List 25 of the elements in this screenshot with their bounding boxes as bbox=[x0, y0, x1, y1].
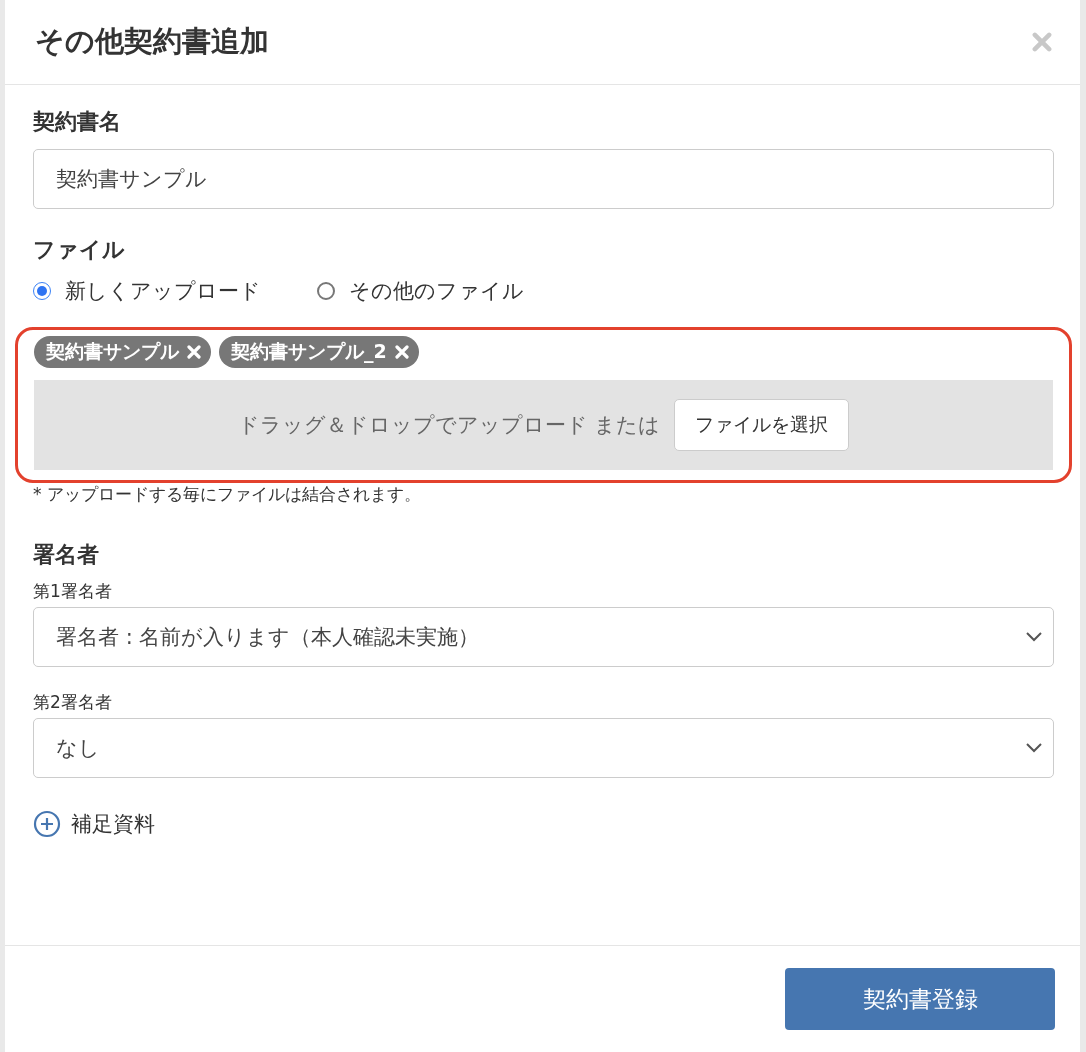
chevron-down-icon bbox=[1025, 742, 1043, 754]
drop-hint: ドラッグ＆ドロップでアップロード または bbox=[237, 412, 661, 439]
choose-file-button[interactable]: ファイルを選択 bbox=[674, 399, 850, 451]
drop-zone[interactable]: ドラッグ＆ドロップでアップロード または ファイルを選択 bbox=[34, 380, 1053, 470]
remove-icon[interactable] bbox=[394, 345, 409, 359]
field-label: 署名者 bbox=[33, 541, 100, 569]
chevron-down-icon bbox=[1025, 631, 1043, 643]
field-label: ファイル bbox=[33, 236, 126, 264]
input-field[interactable]: 契約書サンプル bbox=[33, 149, 1054, 209]
select-field[interactable]: なし bbox=[33, 718, 1054, 778]
plus-circle-icon bbox=[33, 810, 61, 838]
add-supplement-button[interactable]: 補足資料 bbox=[33, 810, 1054, 838]
field-label: 第2署名者 bbox=[33, 691, 113, 714]
file-name: 契約書サンプル bbox=[46, 339, 179, 364]
file-name: 契約書サンプル_2 bbox=[231, 339, 387, 365]
radio-option[interactable]: その他のファイル bbox=[317, 277, 524, 305]
dialog-title: その他契約書追加 bbox=[35, 23, 269, 60]
field-label: 第1署名者 bbox=[33, 580, 113, 603]
register-button[interactable]: 契約書登録 bbox=[785, 968, 1055, 1030]
radio-icon[interactable] bbox=[317, 282, 335, 300]
remove-icon[interactable] bbox=[187, 345, 201, 359]
upload-note: * アップロードする毎にファイルは結合されます。 bbox=[33, 483, 422, 506]
select-field[interactable]: 署名者 : 名前が入ります（本人確認未実施） bbox=[33, 607, 1054, 667]
radio-option[interactable]: 新しくアップロード bbox=[33, 277, 261, 305]
field-label: 契約書名 bbox=[33, 108, 122, 136]
